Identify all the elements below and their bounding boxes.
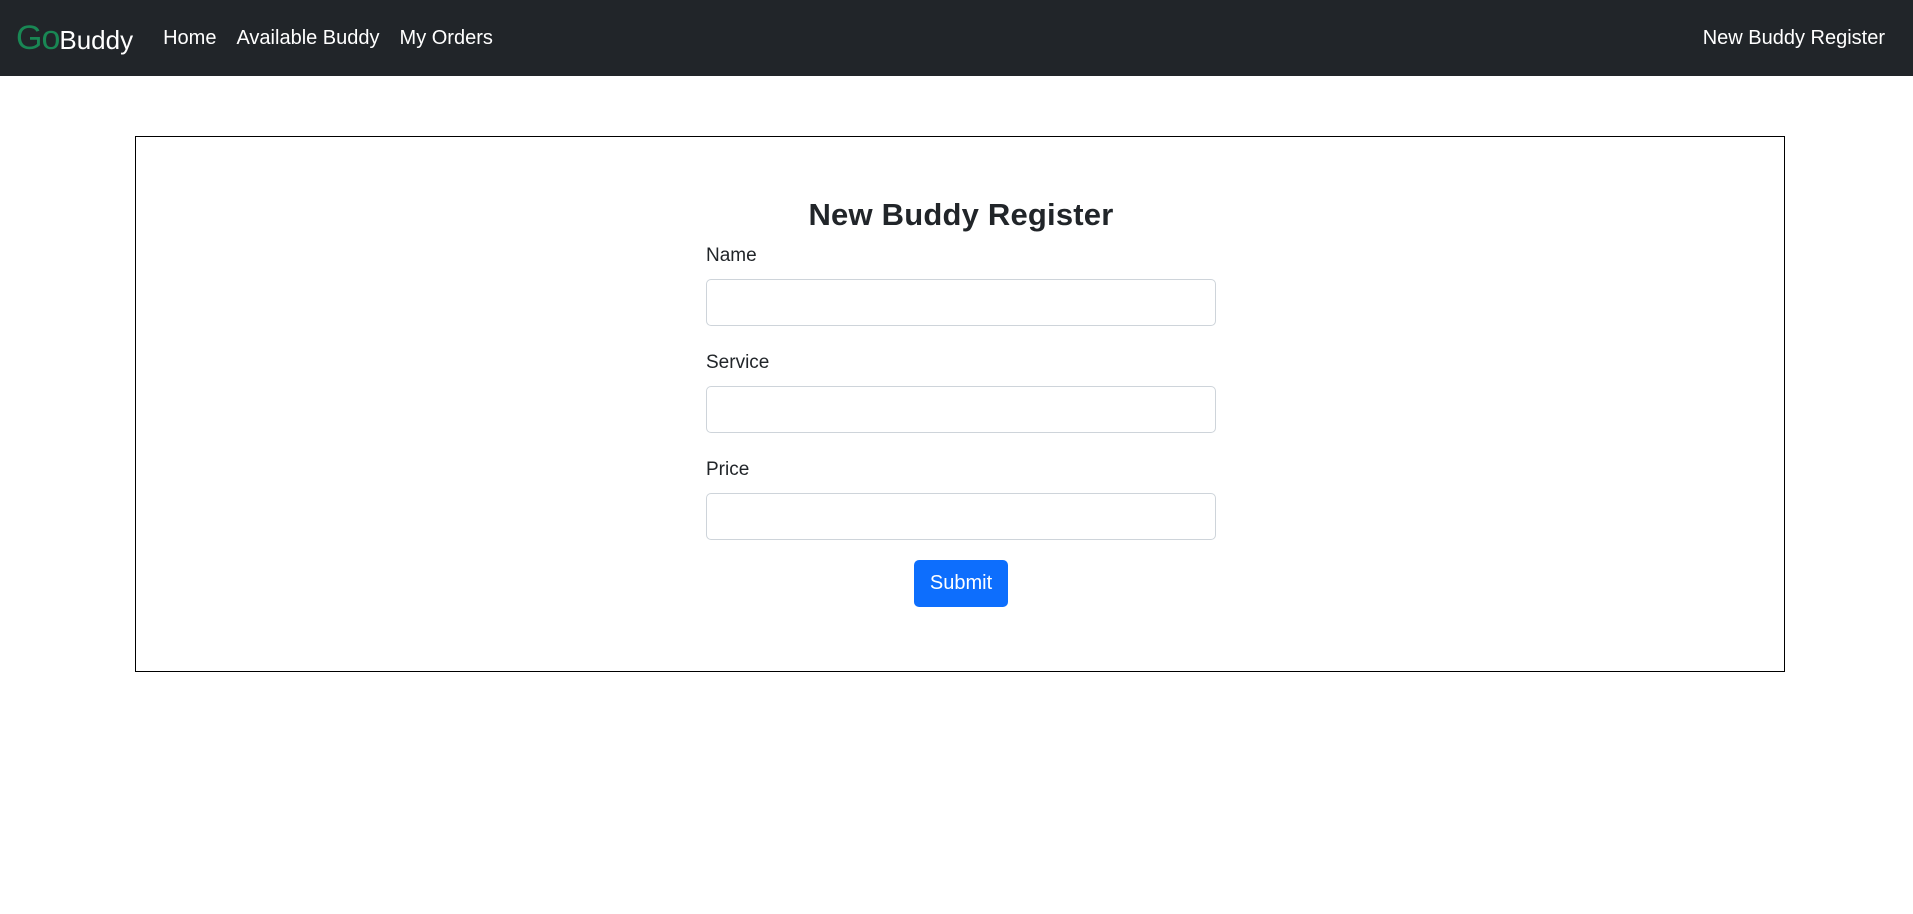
nav-link-available-buddy[interactable]: Available Buddy [236,27,379,50]
register-form: New Buddy Register Name Service Price Su… [706,197,1216,607]
service-label: Service [706,352,770,373]
register-card: New Buddy Register Name Service Price Su… [135,136,1785,672]
nav-link-new-buddy-register[interactable]: New Buddy Register [1703,27,1885,50]
nav-link-my-orders[interactable]: My Orders [400,27,493,50]
brand-buddy-text: Buddy [59,24,134,55]
service-input[interactable] [706,386,1216,433]
brand-logo[interactable]: Go Buddy [16,19,133,58]
form-title: New Buddy Register [808,197,1114,232]
nav-links: Home Available Buddy My Orders [163,27,493,50]
nav-link-home[interactable]: Home [163,27,216,50]
submit-button[interactable]: Submit [913,560,1009,607]
price-label: Price [706,459,750,480]
price-input[interactable] [706,493,1216,540]
submit-row: Submit [706,560,1216,607]
top-navbar: Go Buddy Home Available Buddy My Orders … [0,0,1913,76]
name-input[interactable] [706,279,1216,326]
name-label: Name [706,245,757,266]
brand-go-text: Go [16,18,60,57]
